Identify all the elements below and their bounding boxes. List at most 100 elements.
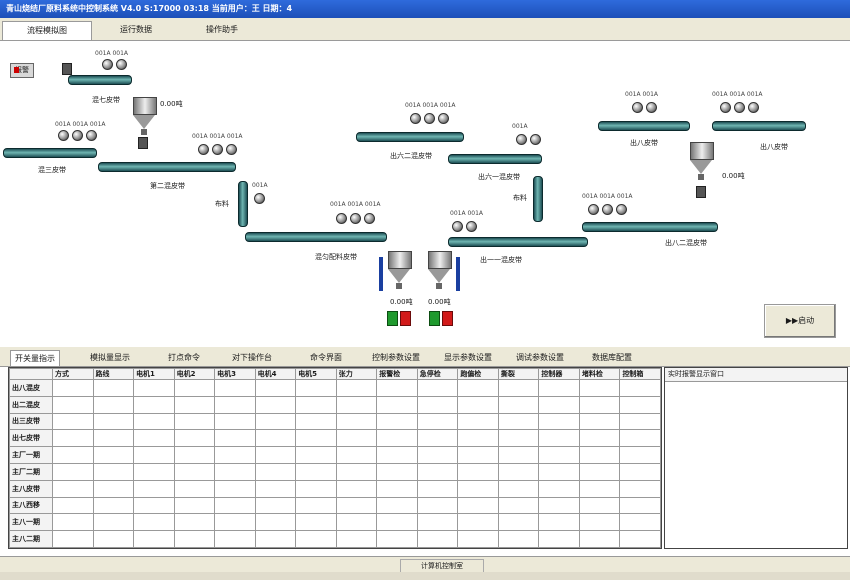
motor-icon[interactable]: [102, 59, 113, 70]
table-row[interactable]: 主八皮带: [9, 479, 661, 498]
subtab-switch-status[interactable]: 开关量指示: [10, 350, 60, 366]
motor-icon[interactable]: [72, 130, 83, 141]
motor-icon[interactable]: [116, 59, 127, 70]
conveyor-belt-6[interactable]: [356, 132, 464, 142]
conveyor-belt-7[interactable]: [448, 154, 542, 164]
tab-running-data[interactable]: 运行数据: [96, 21, 176, 39]
subtab-control-params[interactable]: 控制参数设置: [372, 350, 420, 365]
start-button[interactable]: ▶▶启动: [764, 304, 836, 338]
table-row[interactable]: 出二混皮: [9, 395, 661, 414]
vertical-conveyor-2[interactable]: [533, 176, 543, 222]
conveyor-label-12: 出八二混皮带: [665, 239, 707, 247]
stop-indicator-red[interactable]: [400, 311, 411, 326]
feeder-box: [696, 186, 706, 198]
stop-indicator-red[interactable]: [442, 311, 453, 326]
grid-column-header: 控制器: [538, 368, 580, 380]
motor-group-6: [410, 113, 449, 124]
grid-column-header: 跑偏检: [457, 368, 499, 380]
status-bar: 计算机控制室: [0, 556, 850, 573]
motor-icon[interactable]: [748, 102, 759, 113]
grid-column-header: 急停检: [416, 368, 459, 380]
motor-icon[interactable]: [466, 221, 477, 232]
alarm-panel-header: 实时报警显示窗口: [665, 368, 847, 382]
motor-icon[interactable]: [410, 113, 421, 124]
table-row[interactable]: 主八西移: [9, 496, 661, 515]
motor-icon[interactable]: [720, 102, 731, 113]
motor-icon[interactable]: [364, 213, 375, 224]
motor-icon[interactable]: [336, 213, 347, 224]
table-row[interactable]: 主八二期: [9, 530, 661, 548]
subtab-console[interactable]: 对下操作台: [232, 350, 272, 365]
hopper-value-3: 0.00吨: [428, 298, 451, 306]
motor-icon[interactable]: [602, 204, 613, 215]
grid-column-header: [9, 368, 53, 380]
motor-icon[interactable]: [58, 130, 69, 141]
conveyor-belt-2[interactable]: [3, 148, 97, 158]
row-header: 出八混皮: [9, 379, 53, 397]
table-row[interactable]: 出八混皮: [9, 379, 661, 397]
motor-icon[interactable]: [86, 130, 97, 141]
conveyor-belt-3[interactable]: [98, 162, 236, 172]
motor-group-7: [516, 134, 541, 145]
silo-hopper-2[interactable]: [388, 251, 412, 289]
main-tabs: 流程模拟图 运行数据 操作助手: [0, 18, 850, 41]
conveyor-belt-10[interactable]: [598, 121, 690, 131]
sub-tabs: 开关量指示 模拟量显示 打点命令 对下操作台 命令界面 控制参数设置 显示参数设…: [0, 347, 850, 367]
grid-column-header: 电机1: [133, 368, 175, 380]
conveyor-belt-1[interactable]: [68, 75, 132, 85]
row-header: 主厂一期: [9, 446, 53, 464]
table-row[interactable]: 出七皮带: [9, 429, 661, 448]
motor-icon[interactable]: [212, 144, 223, 155]
motor-icon[interactable]: [632, 102, 643, 113]
subtab-debug-params[interactable]: 调试参数设置: [516, 350, 564, 365]
conveyor-belt-5[interactable]: [245, 232, 387, 242]
run-indicator-green[interactable]: [429, 311, 440, 326]
window-title: 青山烧结厂原料系统中控制系统 V4.0 S:17000 03:18 当前用户：王…: [6, 4, 293, 13]
conveyor-label-9: 出一一混皮带: [480, 256, 522, 264]
silo-hopper-1[interactable]: [133, 97, 157, 135]
subtab-point-command[interactable]: 打点命令: [168, 350, 200, 365]
vertical-conveyor-1[interactable]: [238, 181, 248, 227]
run-indicator-green[interactable]: [387, 311, 398, 326]
row-header: 出三皮带: [9, 412, 53, 431]
grid-header-row: 方式 路线 电机1 电机2 电机3 电机4 电机5 张力 报警检 急停检 跑偏检…: [9, 368, 661, 380]
subtab-analog-display[interactable]: 模拟量显示: [90, 350, 130, 365]
motor-icon[interactable]: [452, 221, 463, 232]
row-header: 出二混皮: [9, 395, 53, 414]
table-row[interactable]: 主厂二期: [9, 462, 661, 481]
alarm-panel[interactable]: 实时报警显示窗口: [664, 367, 848, 549]
blue-level-bar: [379, 257, 383, 291]
tab-flow-diagram[interactable]: 流程模拟图: [2, 21, 92, 40]
motor-icon[interactable]: [198, 144, 209, 155]
motor-icon[interactable]: [226, 144, 237, 155]
table-row[interactable]: 主厂一期: [9, 446, 661, 464]
motor-icon[interactable]: [350, 213, 361, 224]
subtab-database-config[interactable]: 数据库配置: [592, 350, 632, 365]
motor-icon[interactable]: [516, 134, 527, 145]
tab-operation-assistant[interactable]: 操作助手: [182, 21, 262, 39]
conveyor-belt-9[interactable]: [448, 237, 588, 247]
motor-icon[interactable]: [734, 102, 745, 113]
motor-icon[interactable]: [646, 102, 657, 113]
hopper-value-4: 0.00吨: [722, 172, 745, 180]
grid-column-header: 路线: [92, 368, 135, 380]
conveyor-belt-12[interactable]: [582, 222, 718, 232]
table-row[interactable]: 出三皮带: [9, 412, 661, 431]
grid-column-header: 报警检: [376, 368, 418, 380]
conveyor-belt-11[interactable]: [712, 121, 806, 131]
hopper-value-2: 0.00吨: [390, 298, 413, 306]
silo-hopper-3[interactable]: [428, 251, 452, 289]
motor-icon[interactable]: [438, 113, 449, 124]
motor-group-10: [632, 102, 657, 113]
silo-hopper-4[interactable]: [690, 142, 714, 180]
subtab-display-params[interactable]: 显示参数设置: [444, 350, 492, 365]
subtab-command-ui[interactable]: 命令界面: [310, 350, 342, 365]
motor-icon[interactable]: [254, 193, 265, 204]
motor-icon[interactable]: [588, 204, 599, 215]
motor-icon[interactable]: [424, 113, 435, 124]
alarm-record-button[interactable]: 报警: [10, 63, 34, 78]
table-row[interactable]: 主八一期: [9, 513, 661, 532]
motor-icon[interactable]: [530, 134, 541, 145]
motor-icon[interactable]: [616, 204, 627, 215]
motor-group-3: [198, 144, 237, 155]
